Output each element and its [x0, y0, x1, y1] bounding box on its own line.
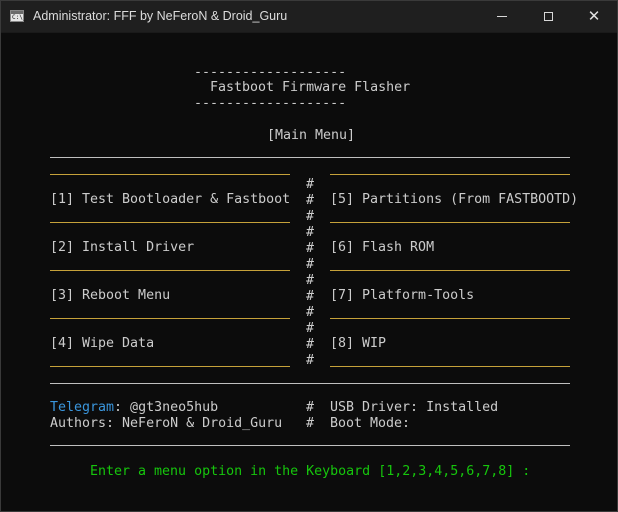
console-output[interactable]: ------------------- Fastboot Firmware Fl…	[1, 32, 617, 511]
separator: #	[306, 289, 315, 304]
minimize-button[interactable]	[479, 1, 525, 32]
separator: #	[306, 353, 315, 368]
separator: #	[306, 177, 315, 192]
menu-option-2[interactable]: [2] Install Driver	[50, 240, 194, 256]
maximize-button[interactable]	[525, 1, 571, 32]
separator: #	[306, 321, 315, 336]
menu-option-6[interactable]: [6] Flash ROM	[330, 240, 434, 256]
separator: #	[306, 193, 315, 208]
separator: #	[306, 400, 315, 415]
separator: #	[306, 337, 315, 352]
separator: #	[306, 241, 315, 256]
menu-option-7[interactable]: [7] Platform-Tools	[330, 288, 474, 304]
menu-option-3[interactable]: [3] Reboot Menu	[50, 288, 170, 304]
window-title: Administrator: FFF by NeFeroN & Droid_Gu…	[33, 9, 288, 23]
telegram-line: Telegram: @gt3neo5hub	[50, 400, 218, 416]
telegram-label[interactable]: Telegram	[50, 400, 114, 415]
maximize-icon	[543, 12, 553, 21]
console-window: C:\_ Administrator: FFF by NeFeroN & Dro…	[0, 0, 618, 512]
boot-mode-status: Boot Mode:	[330, 416, 411, 431]
menu-option-5[interactable]: [5] Partitions (From FASTBOOTD)	[330, 192, 578, 208]
close-button[interactable]: ✕	[571, 1, 617, 32]
menu-prompt: Enter a menu option in the Keyboard [1,2…	[90, 464, 531, 479]
title-bar[interactable]: C:\_ Administrator: FFF by NeFeroN & Dro…	[1, 1, 617, 33]
menu-rule	[330, 174, 570, 175]
menu-top-rule	[50, 157, 570, 158]
menu-rule	[330, 366, 570, 367]
separator: #	[306, 305, 315, 320]
info-bottom-rule	[50, 445, 570, 446]
menu-heading: [Main Menu]	[267, 128, 356, 143]
menu-bottom-rule	[50, 383, 570, 384]
menu-option-1[interactable]: [1] Test Bootloader & Fastboot	[50, 192, 290, 208]
menu-rule	[330, 318, 570, 319]
menu-option-8[interactable]: [8] WIP	[330, 336, 386, 352]
terminal-icon[interactable]: C:\_	[10, 10, 26, 22]
banner-bottom-line: -------------------	[194, 96, 347, 111]
close-icon: ✕	[587, 7, 601, 25]
menu-rule	[330, 270, 570, 271]
separator: #	[306, 225, 315, 240]
banner-top-line: -------------------	[194, 65, 347, 80]
banner-title: Fastboot Firmware Flasher	[210, 80, 411, 95]
telegram-handle: : @gt3neo5hub	[114, 400, 219, 415]
separator: #	[306, 416, 315, 431]
menu-rule	[330, 222, 570, 223]
authors-line: Authors: NeFeroN & Droid_Guru	[50, 416, 283, 431]
menu-rule	[50, 318, 290, 319]
separator: #	[306, 257, 315, 272]
menu-option-4[interactable]: [4] Wipe Data	[50, 336, 154, 352]
menu-rule	[50, 270, 290, 271]
minimize-icon	[497, 16, 507, 17]
usb-driver-status: USB Driver: Installed	[330, 400, 499, 415]
menu-rule	[50, 174, 290, 175]
menu-rule	[50, 222, 290, 223]
separator: #	[306, 209, 315, 224]
menu-rule	[50, 366, 290, 367]
separator: #	[306, 273, 315, 288]
